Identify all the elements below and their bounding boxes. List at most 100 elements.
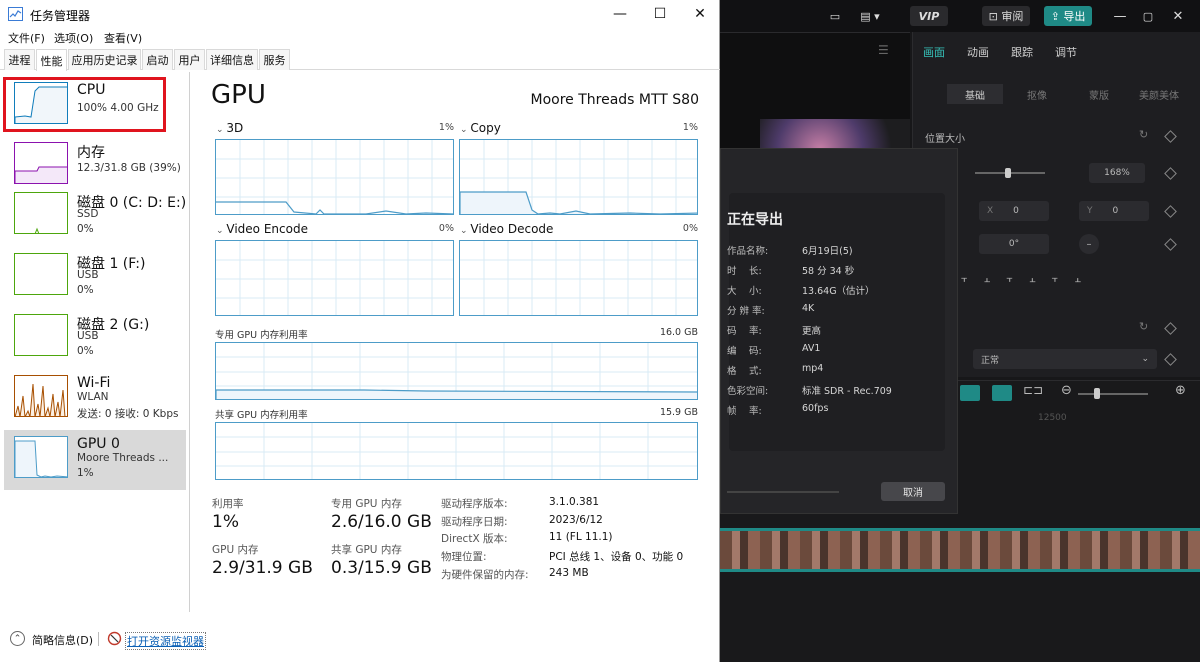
- graph-label-3d: 3D: [226, 121, 244, 135]
- menu-icon[interactable]: ☰: [878, 43, 889, 57]
- tab-processes[interactable]: 进程: [4, 49, 35, 70]
- vip-button[interactable]: VIP: [910, 6, 948, 26]
- subtab-beauty[interactable]: 美颜美体: [1129, 84, 1189, 104]
- sidebar-item-disk0[interactable]: 磁盘 0 (C: D: E:) SSD 0%: [4, 186, 186, 246]
- maximize-button[interactable]: ☐: [649, 4, 671, 24]
- tab-performance[interactable]: 性能: [36, 49, 67, 71]
- export-row-key: 码 率:: [727, 326, 762, 337]
- graph-pct-video-encode: 0%: [438, 223, 454, 234]
- sidebar-item-name: GPU 0: [77, 436, 120, 452]
- x-value: 0: [1013, 206, 1019, 216]
- dedicated-memory-max: 16.0 GB: [659, 327, 698, 338]
- minimize-button[interactable]: —: [609, 4, 631, 24]
- disk0-thumbnail-graph: [34, 227, 40, 233]
- subtab-cutout[interactable]: 抠像: [1009, 84, 1065, 104]
- scale-slider-handle[interactable]: [1005, 168, 1011, 178]
- keyframe-icon[interactable]: [1164, 130, 1177, 143]
- tab-users[interactable]: 用户: [174, 49, 205, 70]
- graph-selector-copy[interactable]: ⌄ Copy: [460, 121, 501, 135]
- graph-selector-video-decode[interactable]: ⌄ Video Decode: [460, 222, 553, 236]
- tab-animation[interactable]: 动画: [967, 44, 989, 60]
- fewer-details-link[interactable]: 简略信息(D): [32, 632, 93, 648]
- close-button[interactable]: ✕: [689, 4, 711, 24]
- export-row-key: 色彩空间:: [727, 386, 769, 397]
- blend-mode-keyframe-icon[interactable]: [1164, 353, 1177, 366]
- tab-bar: 进程 性能 应用历史记录 启动 用户 详细信息 服务: [0, 48, 720, 71]
- graph-selector-3d[interactable]: ⌄ 3D: [216, 121, 243, 135]
- blend-mode-select[interactable]: 正常 ⌄: [973, 349, 1157, 369]
- zoom-slider-handle[interactable]: [1094, 388, 1100, 399]
- graph-dedicated-memory-svg: [216, 343, 697, 399]
- sidebar-item-sub: WLAN: [77, 391, 109, 403]
- scale-field[interactable]: 168%: [1089, 163, 1145, 183]
- blend-reset-icon[interactable]: ↻: [1139, 320, 1148, 333]
- maximize-icon[interactable]: ▢: [1138, 6, 1158, 26]
- menu-view[interactable]: 查看(V): [104, 30, 142, 46]
- chevron-up-icon[interactable]: ⌃: [10, 631, 25, 646]
- tab-adjust[interactable]: 调节: [1055, 44, 1077, 60]
- shared-gpu-memory-label: 共享 GPU 内存: [331, 544, 402, 556]
- export-row-value: 4K: [802, 303, 815, 314]
- graph-selector-video-encode[interactable]: ⌄ Video Encode: [216, 222, 308, 236]
- rotate-button[interactable]: –: [1079, 234, 1099, 254]
- resource-monitor-icon: [107, 631, 122, 646]
- scale-keyframe-icon[interactable]: [1164, 167, 1177, 180]
- tab-startup[interactable]: 启动: [142, 49, 173, 70]
- zoom-slider[interactable]: [1078, 393, 1148, 395]
- sidebar-item-disk2[interactable]: 磁盘 2 (G:) USB 0%: [4, 308, 186, 368]
- subtab-mask[interactable]: 蒙版: [1071, 84, 1127, 104]
- align-icons[interactable]: ⫟⫠⫟⫠⫟⫠: [961, 272, 1151, 286]
- subtab-basic[interactable]: 基础: [947, 84, 1003, 104]
- sidebar-item-gpu0[interactable]: GPU 0 Moore Threads ... 1%: [4, 430, 186, 490]
- menu-options[interactable]: 选项(O): [54, 30, 93, 46]
- cancel-export-button[interactable]: 取消: [881, 482, 945, 501]
- open-resource-monitor-link[interactable]: 打开资源监视器: [125, 632, 206, 650]
- tab-app-history[interactable]: 应用历史记录: [68, 49, 141, 70]
- tab-tracking[interactable]: 跟踪: [1011, 44, 1033, 60]
- disk2-thumbnail: [14, 314, 68, 356]
- review-button[interactable]: ⊡ 审阅: [982, 6, 1030, 26]
- reserved-memory-value: 243 MB: [549, 567, 589, 579]
- minimize-icon[interactable]: —: [1110, 6, 1130, 26]
- blend-keyframe-icon[interactable]: [1164, 322, 1177, 335]
- review-icon: ⊡: [988, 9, 1002, 23]
- tab-picture[interactable]: 画面: [923, 44, 945, 60]
- driver-date-label: 驱动程序日期:: [441, 516, 508, 528]
- export-button[interactable]: ⇪ 导出: [1044, 6, 1092, 26]
- menu-file[interactable]: 文件(F): [8, 30, 45, 46]
- task-manager-icon: [8, 7, 23, 21]
- layout-icon[interactable]: ▤ ▾: [852, 6, 888, 26]
- timeline-link-icon[interactable]: [992, 385, 1012, 401]
- tab-services[interactable]: 服务: [259, 49, 290, 70]
- export-row-value: 标准 SDR - Rec.709: [802, 386, 892, 397]
- chevron-down-icon: ⌄: [460, 226, 471, 236]
- x-field[interactable]: X0: [979, 201, 1049, 221]
- monitor-icon[interactable]: ▭: [824, 6, 846, 26]
- sidebar-item-sub2: 0%: [77, 345, 94, 357]
- graph-video-encode-svg: [216, 241, 453, 315]
- graph-video-encode: [215, 240, 454, 316]
- zoom-out-icon[interactable]: ⊖: [1061, 383, 1072, 398]
- y-field[interactable]: Y0: [1079, 201, 1149, 221]
- reset-icon[interactable]: ↻: [1139, 128, 1148, 141]
- sidebar-item-sub2: 1%: [77, 467, 94, 479]
- rotation-field[interactable]: 0°: [979, 234, 1049, 254]
- sidebar-item-sub2: 0%: [77, 284, 94, 296]
- export-row-key: 格 式:: [727, 366, 762, 377]
- position-keyframe-icon[interactable]: [1164, 205, 1177, 218]
- close-icon[interactable]: ✕: [1168, 6, 1188, 26]
- physical-location-value: PCI 总线 1、设备 0、功能 0: [549, 551, 684, 563]
- directx-version-value: 11 (FL 11.1): [549, 531, 613, 543]
- rotation-keyframe-icon[interactable]: [1164, 238, 1177, 251]
- timeline-toggle-icon[interactable]: [960, 385, 980, 401]
- zoom-in-icon[interactable]: ⊕: [1175, 383, 1186, 398]
- split-icon[interactable]: ⊏⊐: [1023, 383, 1043, 397]
- title-bar[interactable]: 任务管理器 — ☐ ✕: [0, 0, 720, 28]
- tab-details[interactable]: 详细信息: [206, 49, 258, 70]
- export-icon: ⇪: [1050, 9, 1064, 23]
- sidebar-item-disk1[interactable]: 磁盘 1 (F:) USB 0%: [4, 247, 186, 307]
- sidebar-item-wifi[interactable]: Wi-Fi WLAN 发送: 0 接收: 0 Kbps: [4, 369, 186, 429]
- export-row-value: AV1: [802, 343, 821, 354]
- video-clip-track[interactable]: [720, 528, 1200, 572]
- export-row-value: 60fps: [802, 403, 829, 414]
